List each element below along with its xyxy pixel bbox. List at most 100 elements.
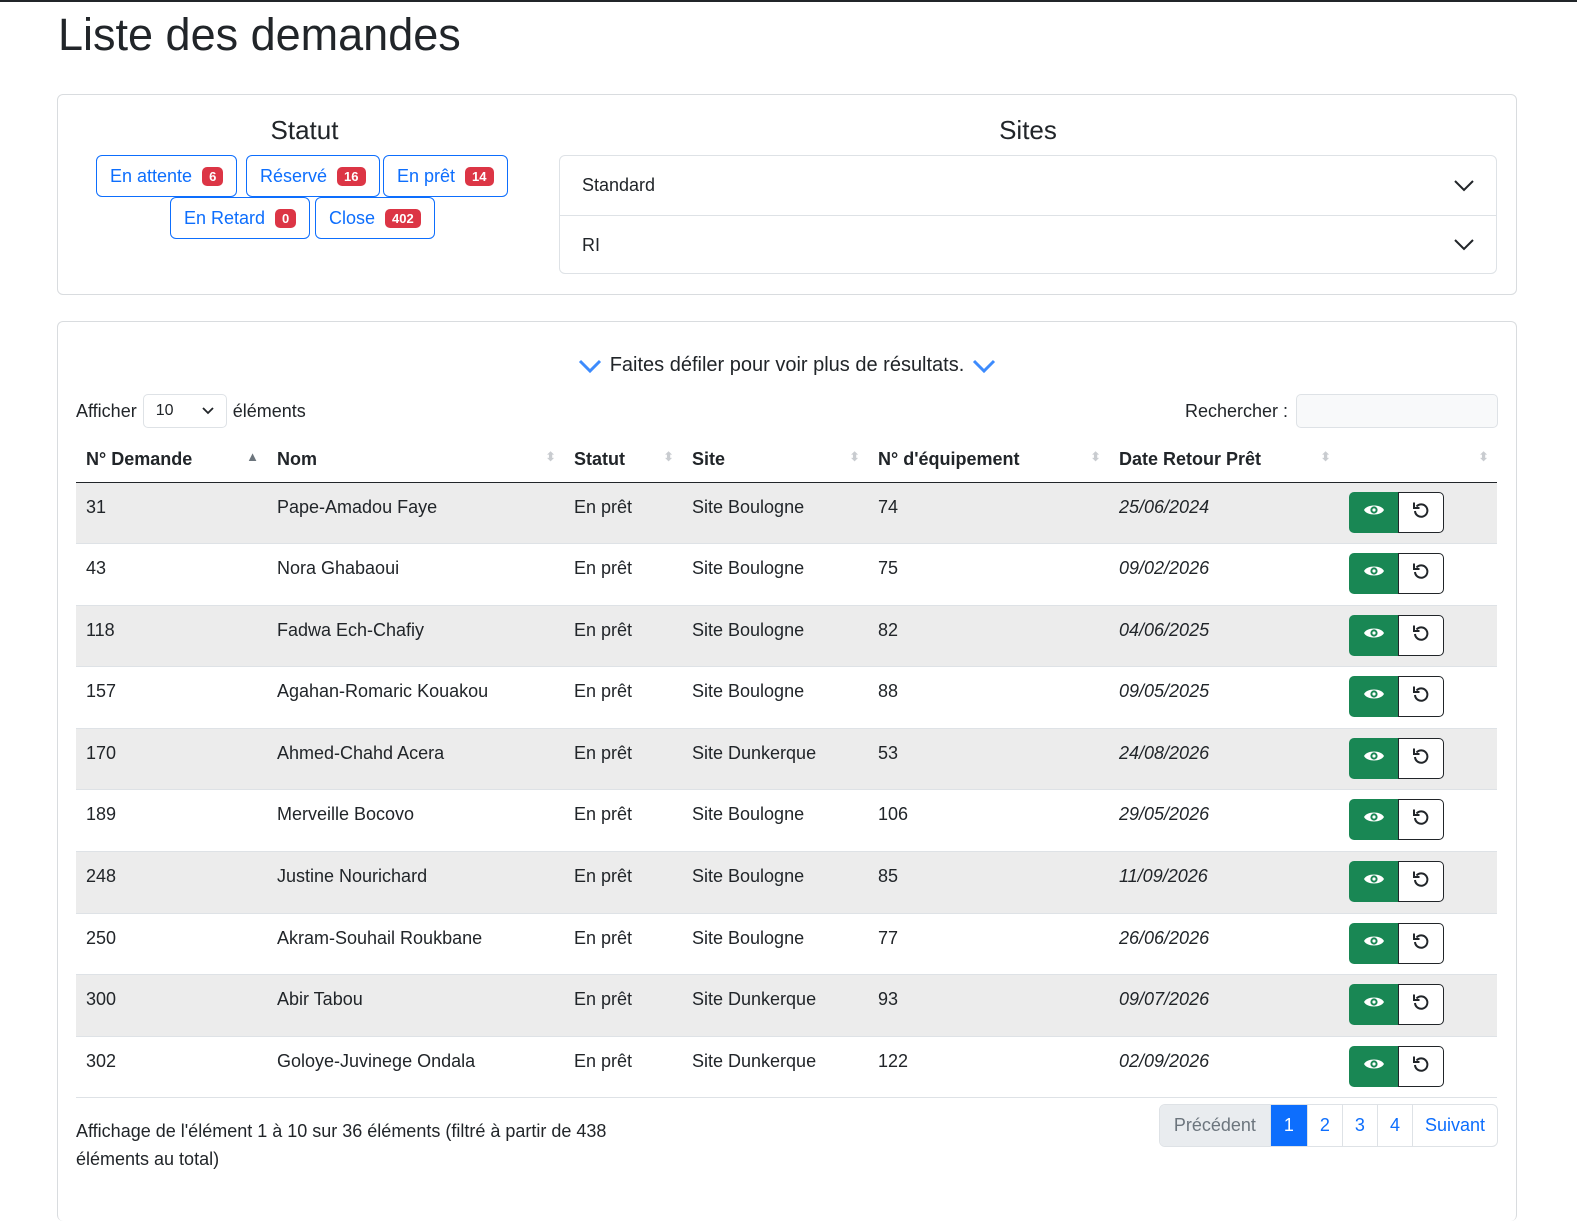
table-row: 189 Merveille Bocovo En prêt Site Boulogne 1… bbox=[76, 789, 1497, 853]
cell-site: Site Boulogne bbox=[682, 543, 868, 606]
return-button[interactable] bbox=[1398, 491, 1444, 533]
sort-icon: ⬍ bbox=[1478, 449, 1489, 464]
undo-icon bbox=[1411, 992, 1431, 1017]
return-button[interactable] bbox=[1398, 799, 1444, 841]
site-label: RI bbox=[582, 234, 600, 255]
eye-icon bbox=[1363, 563, 1385, 584]
return-button[interactable] bbox=[1398, 1045, 1444, 1087]
search-label: Rechercher : bbox=[1184, 400, 1288, 421]
search-control: Rechercher : bbox=[1185, 394, 1498, 428]
status-filter-en-attente[interactable]: En attente 6 bbox=[96, 155, 238, 197]
column-header-date-retour[interactable]: Date Retour Prêt ⬍ bbox=[1109, 438, 1339, 483]
undo-icon bbox=[1411, 869, 1431, 894]
undo-icon bbox=[1411, 684, 1431, 709]
column-header-demande[interactable]: N° Demande ▲ bbox=[76, 438, 267, 483]
status-filter-en-retard[interactable]: En Retard 0 bbox=[170, 197, 311, 239]
status-count-badge: 6 bbox=[202, 166, 224, 186]
cell-equipement: 82 bbox=[868, 605, 1109, 668]
eye-icon bbox=[1363, 1056, 1385, 1077]
status-label: En prêt bbox=[397, 165, 456, 186]
cell-site: Site Boulogne bbox=[682, 789, 868, 853]
length-suffix: éléments bbox=[232, 400, 306, 421]
chevron-down-icon bbox=[1454, 179, 1474, 191]
pagination-next[interactable]: Suivant bbox=[1411, 1105, 1497, 1146]
view-button[interactable] bbox=[1349, 922, 1398, 964]
return-button[interactable] bbox=[1398, 984, 1444, 1026]
view-button[interactable] bbox=[1349, 737, 1398, 779]
row-action-group bbox=[1349, 491, 1487, 533]
site-accordion-ri[interactable]: RI bbox=[560, 215, 1496, 274]
pagination-page-1[interactable]: 1 bbox=[1269, 1105, 1307, 1146]
cell-actions bbox=[1339, 974, 1497, 1037]
return-button[interactable] bbox=[1398, 861, 1444, 903]
view-button[interactable] bbox=[1349, 1045, 1398, 1087]
status-count-badge: 0 bbox=[275, 208, 297, 228]
view-button[interactable] bbox=[1349, 614, 1398, 656]
column-header-statut[interactable]: Statut ⬍ bbox=[564, 438, 682, 483]
undo-icon bbox=[1411, 1054, 1431, 1079]
return-button[interactable] bbox=[1398, 614, 1444, 656]
cell-equipement: 74 bbox=[868, 482, 1109, 545]
cell-statut: En prêt bbox=[564, 543, 682, 606]
undo-icon bbox=[1411, 746, 1431, 771]
return-button[interactable] bbox=[1398, 676, 1444, 718]
cell-nom: Fadwa Ech-Chafiy bbox=[267, 605, 564, 668]
pagination-previous[interactable]: Précédent bbox=[1159, 1105, 1270, 1146]
cell-equipement: 75 bbox=[868, 543, 1109, 606]
view-button[interactable] bbox=[1349, 861, 1398, 903]
cell-equipement: 77 bbox=[868, 913, 1109, 976]
column-header-equipement[interactable]: N° d'équipement ⬍ bbox=[868, 438, 1109, 483]
requests-table: N° Demande ▲ Nom ⬍ Statut ⬍ Site ⬍ N° d'équi… bbox=[76, 438, 1497, 1099]
cell-nom: Goloye-Juvinege Ondala bbox=[267, 1036, 564, 1099]
statut-title: Statut bbox=[270, 115, 339, 145]
view-button[interactable] bbox=[1349, 491, 1398, 533]
view-button[interactable] bbox=[1349, 984, 1398, 1026]
table-header-row: N° Demande ▲ Nom ⬍ Statut ⬍ Site ⬍ N° d'équi… bbox=[76, 438, 1497, 483]
cell-statut: En prêt bbox=[564, 728, 682, 791]
status-count-badge: 16 bbox=[337, 166, 366, 186]
undo-icon bbox=[1411, 561, 1431, 586]
return-button[interactable] bbox=[1398, 553, 1444, 595]
cell-id: 170 bbox=[76, 728, 267, 791]
column-header-nom[interactable]: Nom ⬍ bbox=[267, 438, 564, 483]
pagination: Précédent 1 2 3 4 Suivant bbox=[1158, 1104, 1498, 1147]
cell-actions bbox=[1339, 913, 1497, 976]
cell-date-retour: 09/02/2026 bbox=[1109, 543, 1339, 606]
page-title: Liste des demandes bbox=[58, 9, 461, 60]
page-length-select[interactable]: 10 bbox=[142, 394, 227, 428]
column-header-actions[interactable]: ⬍ bbox=[1339, 438, 1497, 483]
site-label: Standard bbox=[582, 175, 656, 195]
column-header-site[interactable]: Site ⬍ bbox=[682, 438, 868, 483]
search-input[interactable] bbox=[1296, 394, 1498, 428]
view-button[interactable] bbox=[1349, 676, 1398, 718]
status-filter-reserve[interactable]: Réservé 16 bbox=[246, 155, 380, 197]
return-button[interactable] bbox=[1398, 737, 1444, 779]
cell-date-retour: 25/06/2024 bbox=[1109, 482, 1339, 545]
pagination-page-3[interactable]: 3 bbox=[1341, 1105, 1377, 1146]
cell-nom: Pape-Amadou Faye bbox=[267, 482, 564, 545]
pagination-page-2[interactable]: 2 bbox=[1306, 1105, 1342, 1146]
status-filter-en-pret[interactable]: En prêt 14 bbox=[383, 155, 508, 197]
cell-date-retour: 26/06/2026 bbox=[1109, 913, 1339, 976]
cell-date-retour: 09/07/2026 bbox=[1109, 974, 1339, 1037]
table-row: 157 Agahan-Romaric Kouakou En prêt Site Bou… bbox=[76, 666, 1497, 729]
return-button[interactable] bbox=[1398, 922, 1444, 964]
sort-icon: ⬍ bbox=[1090, 449, 1101, 464]
cell-statut: En prêt bbox=[564, 666, 682, 729]
table-card: Faites défiler pour voir plus de résulta… bbox=[57, 321, 1517, 1221]
cell-statut: En prêt bbox=[564, 789, 682, 853]
pagination-page-4[interactable]: 4 bbox=[1376, 1105, 1412, 1146]
eye-icon bbox=[1363, 933, 1385, 954]
sort-icon: ⬍ bbox=[1320, 449, 1331, 464]
undo-icon bbox=[1411, 807, 1431, 832]
cell-date-retour: 11/09/2026 bbox=[1109, 851, 1339, 914]
chevron-down-icon bbox=[973, 359, 996, 373]
status-label: En Retard bbox=[184, 207, 266, 228]
view-button[interactable] bbox=[1349, 799, 1398, 841]
status-label: Réservé bbox=[260, 165, 328, 186]
site-accordion-standard[interactable]: Standard bbox=[560, 156, 1496, 215]
status-filter-close[interactable]: Close 402 bbox=[315, 197, 435, 239]
cell-statut: En prêt bbox=[564, 913, 682, 976]
view-button[interactable] bbox=[1349, 553, 1398, 595]
cell-date-retour: 02/09/2026 bbox=[1109, 1036, 1339, 1099]
